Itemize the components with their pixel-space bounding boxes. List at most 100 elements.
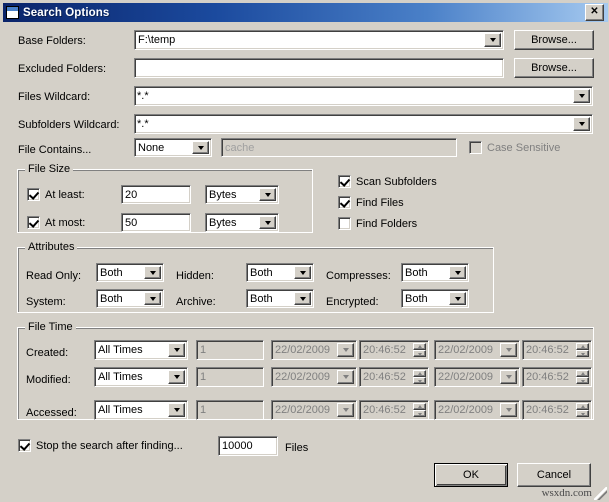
created-time1-spinner[interactable]: 20:46:52 — [359, 340, 429, 360]
chevron-down-icon[interactable] — [294, 266, 311, 279]
modified-mode-combo[interactable]: All Times — [94, 367, 188, 387]
ok-button[interactable]: OK — [434, 463, 508, 487]
spinner-icon[interactable] — [576, 370, 589, 384]
at-most-unit-combo[interactable]: Bytes — [205, 213, 279, 232]
modified-time1-spinner[interactable]: 20:46:52 — [359, 367, 429, 387]
chevron-down-icon[interactable] — [144, 292, 161, 305]
scan-subfolders-checkbox[interactable]: Scan Subfolders — [338, 175, 437, 188]
at-least-value-input[interactable]: 20 — [121, 185, 191, 204]
resize-grip-icon[interactable] — [594, 487, 607, 500]
created-count-input[interactable]: 1 — [196, 340, 264, 360]
stop-after-finding-checkbox[interactable]: Stop the search after finding... — [18, 439, 183, 452]
close-icon[interactable] — [585, 4, 604, 21]
modified-count-input[interactable]: 1 — [196, 367, 264, 387]
find-folders-label: Find Folders — [356, 217, 418, 230]
subfolders-wildcard-combo[interactable]: *.* — [134, 114, 593, 134]
chevron-down-icon[interactable] — [294, 292, 311, 305]
archive-combo[interactable]: Both — [246, 289, 314, 308]
read-only-label: Read Only: — [26, 270, 82, 282]
file-contains-text-input[interactable]: cache — [221, 138, 457, 157]
case-sensitive-checkbox[interactable]: Case Sensitive — [469, 141, 560, 154]
read-only-combo[interactable]: Both — [96, 263, 164, 282]
system-label: System: — [26, 296, 66, 308]
at-most-value-input[interactable]: 50 — [121, 213, 191, 232]
chevron-down-icon[interactable] — [449, 292, 466, 305]
at-most-checkbox[interactable]: At most: — [27, 216, 85, 229]
chevron-down-icon[interactable] — [500, 343, 517, 357]
spinner-icon[interactable] — [576, 343, 589, 357]
at-least-value: 20 — [125, 188, 138, 201]
chevron-down-icon[interactable] — [573, 117, 590, 131]
spinner-icon[interactable] — [413, 343, 426, 357]
chevron-down-icon[interactable] — [168, 403, 185, 417]
checkbox-icon — [338, 196, 351, 209]
browse-base-folders-button[interactable]: Browse... — [514, 30, 594, 50]
accessed-mode-combo[interactable]: All Times — [94, 400, 188, 420]
accessed-time2-value: 20:46:52 — [526, 404, 569, 416]
browse-excluded-folders-button[interactable]: Browse... — [514, 58, 594, 78]
chevron-down-icon[interactable] — [337, 403, 354, 417]
chevron-down-icon[interactable] — [259, 188, 276, 201]
find-files-checkbox[interactable]: Find Files — [338, 196, 404, 209]
accessed-count-input[interactable]: 1 — [196, 400, 264, 420]
created-time2-value: 20:46:52 — [526, 344, 569, 356]
find-folders-checkbox[interactable]: Find Folders — [338, 217, 417, 230]
chevron-down-icon[interactable] — [500, 370, 517, 384]
find-files-label: Find Files — [356, 196, 404, 209]
chevron-down-icon[interactable] — [168, 370, 185, 384]
encrypted-label: Encrypted: — [326, 296, 379, 308]
accessed-date1-picker[interactable]: 22/02/2009 — [271, 400, 357, 420]
chevron-down-icon[interactable] — [144, 266, 161, 279]
search-options-dialog: Search Options Base Folders: F:\temp Bro… — [0, 0, 609, 502]
accessed-date2-picker[interactable]: 22/02/2009 — [434, 400, 520, 420]
accessed-time2-spinner[interactable]: 20:46:52 — [522, 400, 592, 420]
excluded-folders-label: Excluded Folders: — [18, 63, 107, 75]
file-size-caption: File Size — [25, 163, 74, 175]
modified-count-value: 1 — [200, 371, 207, 383]
files-label: Files — [285, 442, 309, 454]
browse-base-label: Browse... — [531, 34, 577, 46]
base-folders-combo[interactable]: F:\temp — [134, 30, 504, 50]
chevron-down-icon[interactable] — [192, 141, 209, 154]
modified-date1-picker[interactable]: 22/02/2009 — [271, 367, 357, 387]
modified-time2-spinner[interactable]: 20:46:52 — [522, 367, 592, 387]
file-contains-mode-combo[interactable]: None — [134, 138, 212, 157]
created-date1-picker[interactable]: 22/02/2009 — [271, 340, 357, 360]
file-contains-mode-value: None — [138, 141, 165, 154]
at-least-checkbox[interactable]: At least: — [27, 188, 85, 201]
system-combo[interactable]: Both — [96, 289, 164, 308]
accessed-time1-spinner[interactable]: 20:46:52 — [359, 400, 429, 420]
chevron-down-icon[interactable] — [259, 216, 276, 229]
created-date2-picker[interactable]: 22/02/2009 — [434, 340, 520, 360]
encrypted-value: Both — [405, 292, 428, 305]
chevron-down-icon[interactable] — [337, 370, 354, 384]
created-time2-spinner[interactable]: 20:46:52 — [522, 340, 592, 360]
hidden-combo[interactable]: Both — [246, 263, 314, 282]
at-least-unit-combo[interactable]: Bytes — [205, 185, 279, 204]
modified-date2-picker[interactable]: 22/02/2009 — [434, 367, 520, 387]
spinner-icon[interactable] — [576, 403, 589, 417]
encrypted-combo[interactable]: Both — [401, 289, 469, 308]
chevron-down-icon[interactable] — [337, 343, 354, 357]
created-label: Created: — [26, 347, 69, 359]
created-mode-value: All Times — [98, 344, 143, 356]
spinner-icon[interactable] — [413, 403, 426, 417]
stop-count-value: 10000 — [222, 440, 253, 452]
chevron-down-icon[interactable] — [168, 343, 185, 357]
hidden-value: Both — [250, 266, 273, 279]
base-folders-value: F:\temp — [138, 34, 176, 46]
cancel-button[interactable]: Cancel — [517, 463, 591, 487]
chevron-down-icon[interactable] — [500, 403, 517, 417]
chevron-down-icon[interactable] — [484, 33, 501, 47]
created-mode-combo[interactable]: All Times — [94, 340, 188, 360]
chevron-down-icon[interactable] — [449, 266, 466, 279]
compresses-combo[interactable]: Both — [401, 263, 469, 282]
at-most-value: 50 — [125, 216, 138, 229]
checkbox-icon — [338, 217, 351, 230]
stop-count-input[interactable]: 10000 — [218, 436, 278, 456]
spinner-icon[interactable] — [413, 370, 426, 384]
chevron-down-icon[interactable] — [573, 89, 590, 103]
files-wildcard-combo[interactable]: *.* — [134, 86, 593, 106]
excluded-folders-input[interactable] — [134, 58, 504, 78]
file-contains-label: File Contains... — [18, 144, 92, 156]
